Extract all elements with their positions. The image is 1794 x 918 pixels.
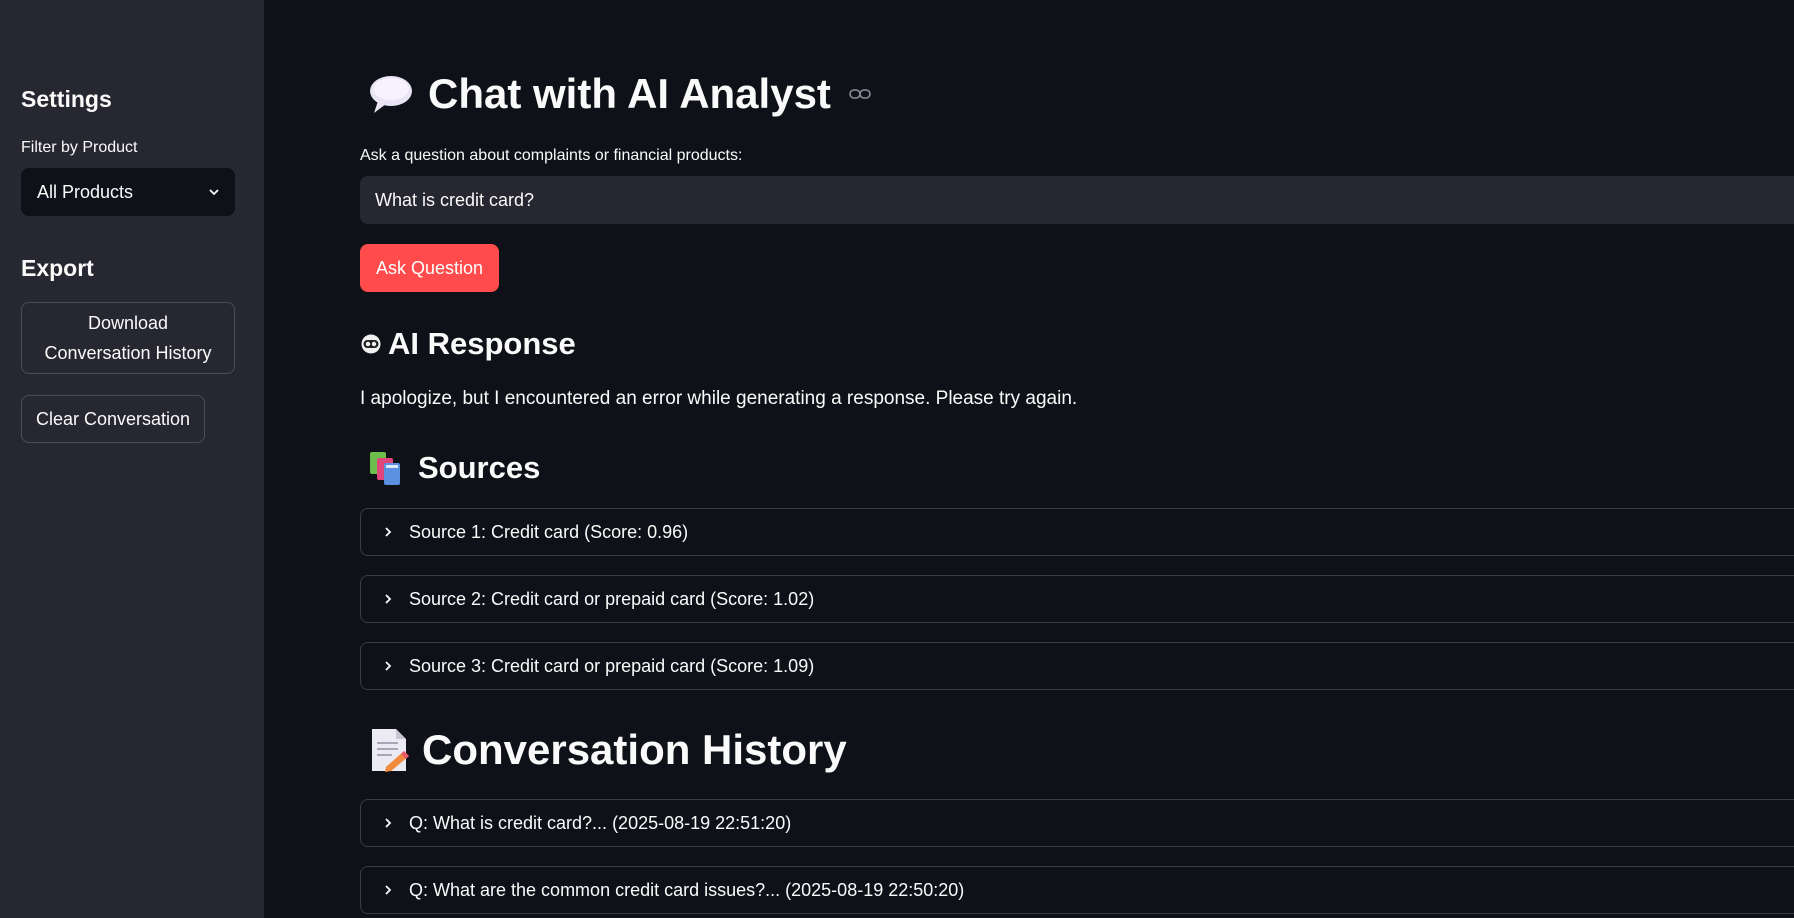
- speech-balloon-icon: [370, 76, 412, 113]
- memo-icon: [372, 729, 409, 772]
- filter-label: Filter by Product: [21, 139, 138, 156]
- source-expander-3[interactable]: Source 3: Credit card or prepaid card (S…: [360, 642, 1794, 690]
- history-label: Q: What are the common credit card issue…: [409, 879, 965, 900]
- download-history-button[interactable]: Download Conversation History: [21, 302, 235, 374]
- page-title: Chat with AI Analyst: [368, 70, 871, 118]
- chevron-right-icon: [385, 527, 392, 537]
- clear-conversation-button[interactable]: Clear Conversation: [21, 395, 206, 443]
- history-expander-2[interactable]: Q: What are the common credit card issue…: [360, 866, 1794, 914]
- source-expander-2[interactable]: Source 2: Credit card or prepaid card (S…: [360, 575, 1794, 623]
- sources-heading: Sources: [368, 450, 540, 486]
- chevron-right-icon: [385, 885, 392, 895]
- robot-icon: [361, 334, 381, 354]
- chevron-down-icon: [209, 189, 219, 196]
- chevron-right-icon: [385, 818, 392, 828]
- link-icon[interactable]: [849, 88, 871, 100]
- chevron-right-icon: [385, 594, 392, 604]
- source-label: Source 1: Credit card (Score: 0.96): [409, 521, 689, 542]
- sidebar: Settings Filter by Product All Products …: [0, 0, 264, 918]
- product-filter-value: All Products: [37, 181, 134, 202]
- source-expander-1[interactable]: Source 1: Credit card (Score: 0.96): [360, 508, 1794, 556]
- history-heading: Conversation History: [368, 726, 847, 774]
- response-heading-text: AI Response: [388, 326, 576, 361]
- main-content: Chat with AI Analyst Ask a question abou…: [264, 0, 1794, 918]
- product-filter-select[interactable]: All Products: [21, 168, 235, 216]
- settings-heading: Settings: [21, 86, 112, 112]
- ask-question-button[interactable]: Ask Question: [360, 244, 500, 292]
- history-heading-text: Conversation History: [422, 726, 847, 773]
- history-label: Q: What is credit card?... (2025-08-19 2…: [409, 812, 792, 833]
- response-heading: AI Response: [360, 326, 576, 362]
- source-label: Source 3: Credit card or prepaid card (S…: [409, 655, 815, 676]
- chevron-right-icon: [385, 661, 392, 671]
- history-expander-1[interactable]: Q: What is credit card?... (2025-08-19 2…: [360, 799, 1794, 847]
- sources-heading-text: Sources: [418, 450, 541, 485]
- response-text: I apologize, but I encountered an error …: [360, 388, 1078, 409]
- question-input[interactable]: [360, 176, 1794, 224]
- export-heading: Export: [21, 255, 94, 281]
- books-icon: [370, 452, 400, 485]
- page-title-text: Chat with AI Analyst: [428, 70, 831, 117]
- question-label: Ask a question about complaints or finan…: [360, 147, 743, 164]
- source-label: Source 2: Credit card or prepaid card (S…: [409, 588, 815, 609]
